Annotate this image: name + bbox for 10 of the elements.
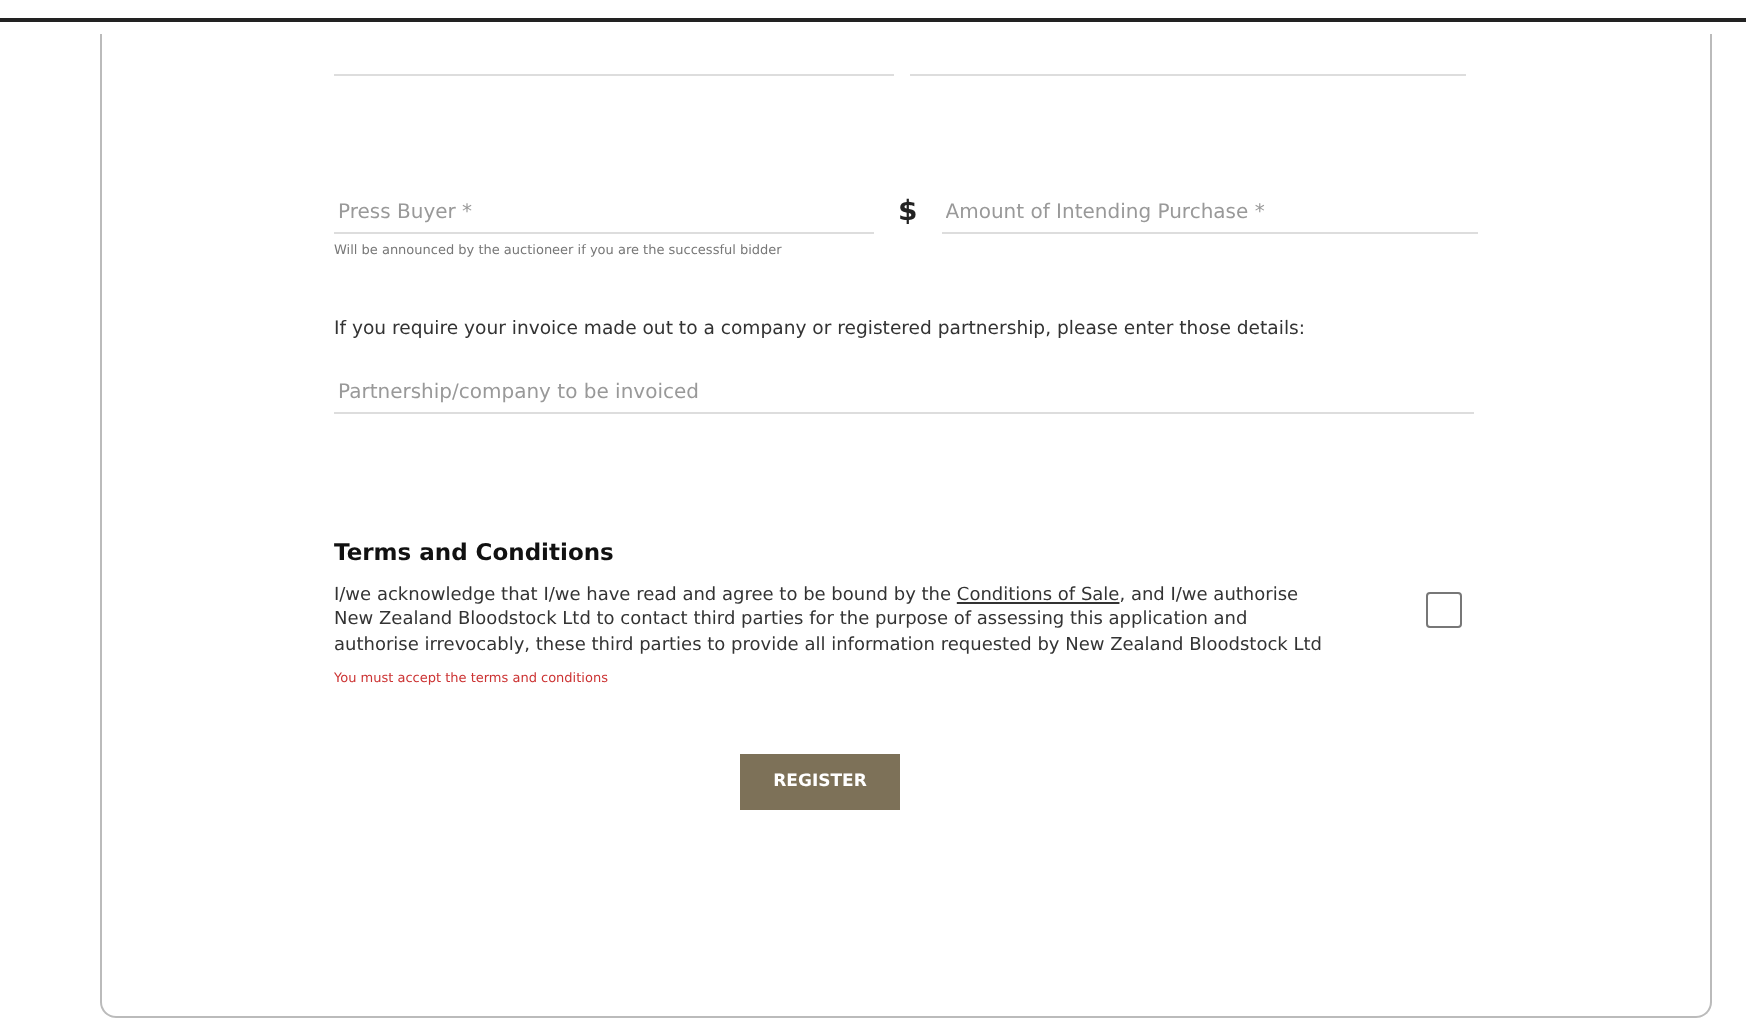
invoice-note: If you require your invoice made out to a company or registered partnership, please enter those details:: [334, 318, 1308, 340]
company-field[interactable]: Partnership/company to be invoiced: [334, 372, 1474, 414]
currency-symbol: $: [898, 196, 918, 228]
amount-field[interactable]: Amount of Intending Purchase *: [941, 192, 1478, 234]
conditions-link[interactable]: Conditions of Sale: [956, 586, 1120, 606]
register-button[interactable]: REGISTER: [740, 753, 900, 810]
terms-paragraph: I/we acknowledge that I/we have read and agree to be bound by the Conditions of Sale, and I/we authorise New Zealand Bloodstock Ltd to contact third parties for the purpose of assessing this application and authorise irrevocably, these third parties to provide all information requested by New Zealand Bloodstock Ltd: [334, 584, 1324, 658]
accept-checkbox[interactable]: [1426, 592, 1462, 629]
terms-heading: Terms and Conditions: [334, 538, 616, 566]
press-buyer-field[interactable]: Press Buyer *: [334, 192, 874, 234]
